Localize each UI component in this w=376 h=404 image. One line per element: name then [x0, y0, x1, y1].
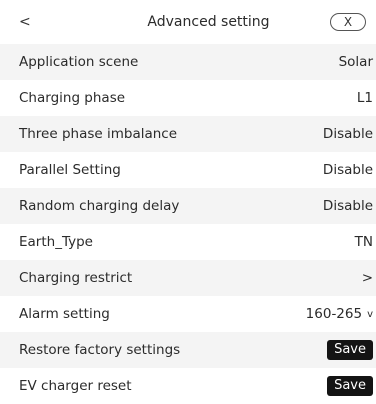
setting-row-earth-type[interactable]: Earth_Type TN: [0, 224, 376, 260]
setting-row-alarm-setting[interactable]: Alarm setting 160-265 v: [0, 296, 376, 332]
setting-row-ev-charger-reset: EV charger reset Save: [0, 368, 376, 404]
setting-row-three-phase-imbalance[interactable]: Three phase imbalance Disable: [0, 116, 376, 152]
save-button[interactable]: Save: [327, 376, 373, 396]
setting-label: Application scene: [19, 54, 139, 70]
page-title: Advanced setting: [147, 14, 270, 30]
setting-label: EV charger reset: [19, 378, 132, 394]
setting-value-group: 160-265 v: [306, 306, 373, 322]
setting-value: 160-265: [305, 306, 363, 322]
setting-row-parallel-setting[interactable]: Parallel Setting Disable: [0, 152, 376, 188]
setting-value: TN: [354, 234, 373, 250]
setting-label: Charging phase: [19, 90, 126, 106]
setting-row-charging-restrict[interactable]: Charging restrict >: [0, 260, 376, 296]
setting-row-charging-phase[interactable]: Charging phase L1: [0, 80, 376, 116]
save-button[interactable]: Save: [327, 340, 373, 360]
setting-value: L1: [356, 90, 373, 106]
chevron-right-icon: >: [361, 270, 373, 286]
close-icon: X: [343, 15, 353, 29]
setting-row-restore-factory-settings: Restore factory settings Save: [0, 332, 376, 368]
setting-value: Disable: [322, 198, 373, 214]
setting-value: Disable: [322, 162, 373, 178]
close-button[interactable]: X: [330, 13, 366, 31]
setting-label: Charging restrict: [19, 270, 133, 286]
setting-row-application-scene[interactable]: Application scene Solar: [0, 44, 376, 80]
setting-label: Alarm setting: [19, 306, 110, 322]
back-button[interactable]: <: [19, 14, 79, 30]
setting-value: Disable: [322, 126, 373, 142]
setting-label: Parallel Setting: [19, 162, 121, 178]
setting-label: Three phase imbalance: [19, 126, 178, 142]
setting-label: Restore factory settings: [19, 342, 181, 358]
setting-value: Solar: [338, 54, 373, 70]
header-bar: < Advanced setting X: [0, 0, 376, 44]
setting-label: Earth_Type: [19, 234, 93, 250]
setting-label: Random charging delay: [19, 198, 180, 214]
settings-list: Application scene Solar Charging phase L…: [0, 44, 376, 404]
setting-row-random-charging-delay[interactable]: Random charging delay Disable: [0, 188, 376, 224]
chevron-down-icon: v: [367, 308, 373, 320]
advanced-setting-screen: < Advanced setting X Application scene S…: [0, 0, 376, 404]
